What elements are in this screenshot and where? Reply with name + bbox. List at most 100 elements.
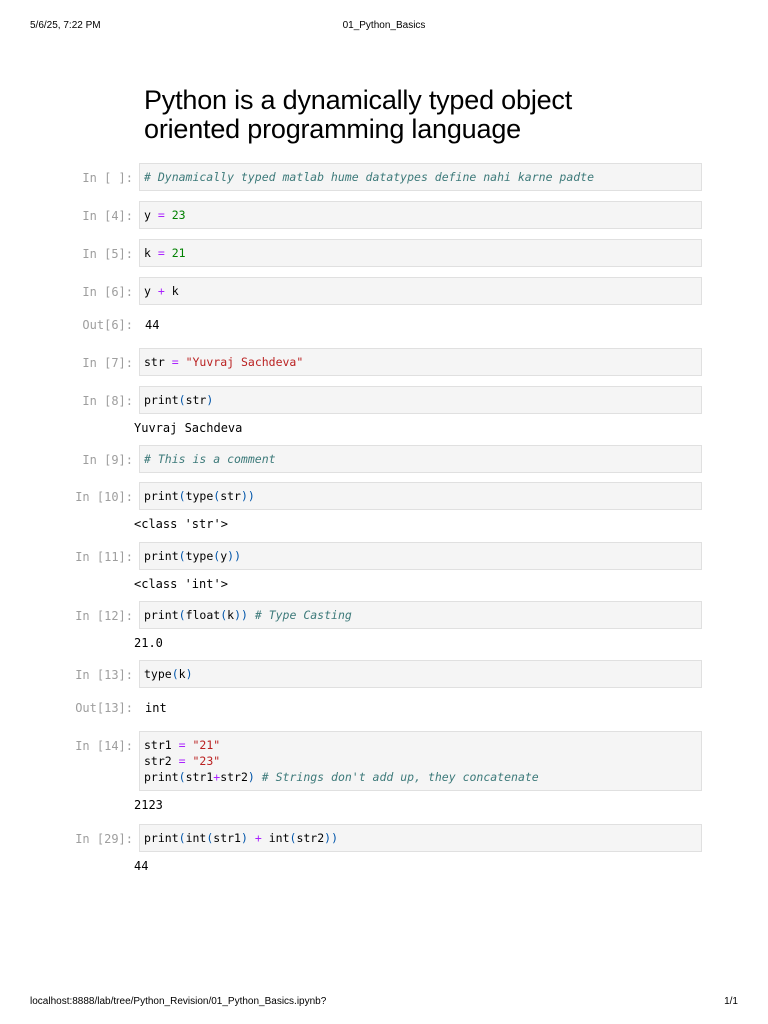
input-prompt: In [29]:	[75, 832, 133, 846]
stdout-output: <class 'int'>	[134, 577, 228, 591]
code-variable: str2	[220, 770, 248, 784]
input-prompt: In [4]:	[82, 209, 133, 223]
code-operator: =	[157, 246, 165, 260]
code-editor[interactable]: print(int(str1) + int(str2))	[139, 824, 702, 852]
input-prompt: In [12]:	[75, 609, 133, 623]
code-editor[interactable]: y = 23	[139, 201, 702, 229]
code-operator: =	[157, 208, 165, 222]
code-variable: str	[220, 489, 241, 503]
code-string: "23"	[192, 754, 221, 768]
code-variable: k	[164, 284, 179, 298]
code-paren: )	[206, 393, 214, 407]
code-editor[interactable]: print(type(y))	[139, 542, 702, 570]
code-string: "Yuvraj Sachdeva"	[185, 355, 304, 369]
code-variable: str1	[185, 770, 214, 784]
code-paren: (	[178, 831, 186, 845]
code-variable: str2	[296, 831, 325, 845]
input-prompt: In [11]:	[75, 550, 133, 564]
code-paren: ))	[227, 549, 241, 563]
code-paren: )	[185, 667, 193, 681]
code-editor[interactable]: print(float(k)) # Type Casting	[139, 601, 702, 629]
heading-line-1: Python is a dynamically typed object	[144, 85, 573, 115]
code-paren: )	[240, 831, 248, 845]
code-variable: str	[185, 393, 207, 407]
code-paren: (	[171, 667, 179, 681]
input-prompt: In [6]:	[82, 285, 133, 299]
code-editor[interactable]: str1 = "21" str2 = "23" print(str1+str2)…	[139, 731, 702, 791]
code-function: print	[144, 549, 179, 563]
notebook-heading: Python is a dynamically typed object ori…	[144, 86, 664, 144]
input-prompt: In [14]:	[75, 739, 133, 753]
code-paren: (	[178, 770, 186, 784]
code-operator: +	[254, 831, 262, 845]
code-function: float	[185, 608, 221, 622]
code-comment: # Dynamically typed matlab hume datatype…	[144, 170, 595, 184]
code-function: print	[144, 393, 179, 407]
code-function: print	[144, 770, 179, 784]
code-paren: ))	[324, 831, 339, 845]
code-variable: k	[178, 667, 186, 681]
input-prompt: In [10]:	[75, 490, 133, 504]
code-paren: )	[247, 770, 255, 784]
code-paren: (	[178, 608, 186, 622]
code-editor[interactable]: str = "Yuvraj Sachdeva"	[139, 348, 702, 376]
input-prompt: In [13]:	[75, 668, 133, 682]
print-doc-title: 01_Python_Basics	[342, 20, 426, 31]
stdout-output: Yuvraj Sachdeva	[134, 421, 243, 435]
code-function: int	[185, 831, 207, 845]
code-variable: str1	[144, 738, 179, 752]
code-paren: (	[178, 489, 186, 503]
cell-output: 44	[145, 318, 160, 332]
cell-output: int	[145, 701, 167, 715]
print-header: 5/6/25, 7:22 PM 01_Python_Basics	[0, 18, 768, 34]
code-editor[interactable]: # Dynamically typed matlab hume datatype…	[139, 163, 702, 191]
code-variable: k	[144, 246, 158, 260]
code-string: "21"	[192, 738, 221, 752]
code-editor[interactable]: y + k	[139, 277, 702, 305]
code-variable: str1	[213, 831, 241, 845]
stdout-output: 2123	[134, 798, 163, 812]
code-paren: (	[178, 393, 186, 407]
code-comment: # Strings don't add up, they concatenate	[261, 770, 539, 784]
code-paren: ))	[234, 608, 248, 622]
code-operator: =	[171, 355, 179, 369]
code-paren: (	[178, 549, 186, 563]
code-variable: y	[144, 284, 158, 298]
output-prompt: Out[6]:	[82, 318, 133, 332]
heading-line-2: oriented programming language	[144, 114, 521, 144]
code-number: 23	[171, 208, 186, 222]
input-prompt: In [9]:	[82, 453, 133, 467]
code-editor[interactable]: # This is a comment	[139, 445, 702, 473]
input-prompt: In [7]:	[82, 356, 133, 370]
print-footer: localhost:8888/lab/tree/Python_Revision/…	[0, 994, 768, 1010]
print-page-number: 1/1	[724, 996, 738, 1007]
code-variable: str2	[144, 754, 179, 768]
code-function: print	[144, 489, 179, 503]
code-function: print	[144, 831, 179, 845]
code-editor[interactable]: type(k)	[139, 660, 702, 688]
code-variable: str	[144, 355, 172, 369]
input-prompt: In [ ]:	[82, 171, 133, 185]
code-comment: # This is a comment	[144, 452, 276, 466]
code-editor[interactable]: k = 21	[139, 239, 702, 267]
code-function: print	[144, 608, 179, 622]
print-url: localhost:8888/lab/tree/Python_Revision/…	[30, 996, 327, 1007]
input-prompt: In [8]:	[82, 394, 133, 408]
code-editor[interactable]: print(str)	[139, 386, 702, 414]
code-operator: =	[178, 738, 186, 752]
output-prompt: Out[13]:	[75, 701, 133, 715]
code-function: type	[185, 489, 214, 503]
code-function: type	[144, 667, 172, 681]
code-function: int	[268, 831, 290, 845]
code-operator: =	[178, 754, 186, 768]
code-function: type	[185, 549, 214, 563]
stdout-output: 44	[134, 859, 149, 873]
code-comment: # Type Casting	[254, 608, 352, 622]
code-variable: y	[144, 208, 158, 222]
stdout-output: 21.0	[134, 636, 163, 650]
code-paren: ))	[240, 489, 255, 503]
code-operator: +	[157, 284, 165, 298]
code-editor[interactable]: print(type(str))	[139, 482, 702, 510]
code-number: 21	[171, 246, 186, 260]
input-prompt: In [5]:	[82, 247, 133, 261]
